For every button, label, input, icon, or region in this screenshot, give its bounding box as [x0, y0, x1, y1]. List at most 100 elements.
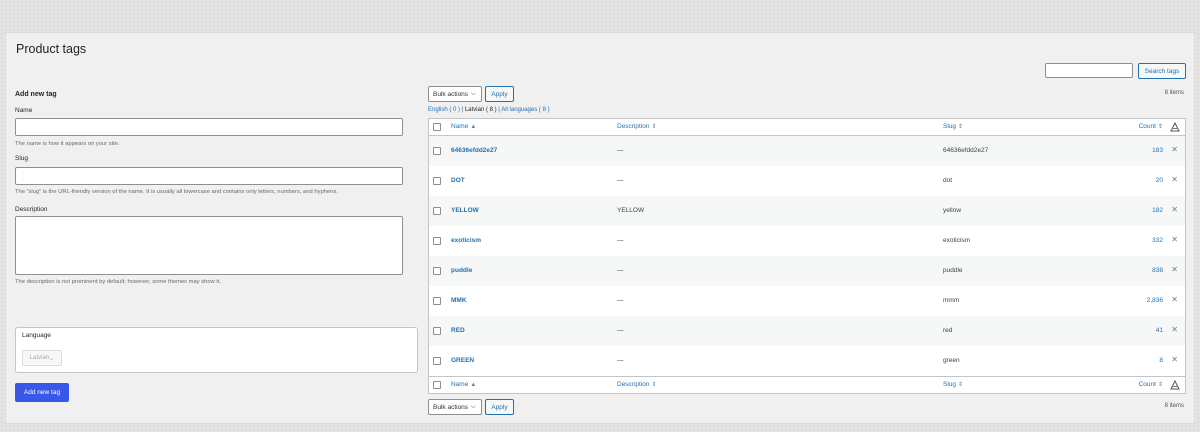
column-count[interactable]: Count ⇕ — [1139, 123, 1163, 130]
tag-slug: exoticism — [943, 237, 971, 244]
tag-count-link[interactable]: 183 — [1152, 147, 1163, 154]
filter-all-count: ( 8 ) — [538, 107, 550, 113]
filter-latvian-label: Latvian — [464, 107, 485, 113]
filter-latvian[interactable]: Latvian ( 8 ) — [465, 107, 497, 113]
column-slug[interactable]: Slug ⇕ — [943, 381, 963, 388]
tag-description: — — [617, 297, 624, 304]
apply-button-bottom[interactable]: Apply — [485, 399, 514, 415]
filter-all-languages[interactable]: All languages ( 8 ) — [501, 107, 549, 113]
column-name[interactable]: Name ▲ — [451, 381, 476, 388]
tag-slug: green — [943, 357, 960, 364]
sort-arrows-icon: ⇕ — [958, 124, 964, 130]
tag-count-link[interactable]: 2,836 — [1147, 297, 1163, 304]
search-tags-button[interactable]: Search tags — [1138, 63, 1186, 79]
sort-arrows-icon: ⇕ — [1157, 382, 1163, 388]
tag-count-link[interactable]: 332 — [1152, 237, 1163, 244]
language-icon — [1170, 380, 1180, 390]
close-icon[interactable]: ✕ — [1171, 355, 1178, 364]
table-row: 64636efdd2e27 — 64636efdd2e27 183 ✕ — [429, 136, 1185, 166]
column-slug-label: Slug — [943, 381, 957, 388]
column-count-label: Count — [1138, 381, 1156, 388]
tag-name-link[interactable]: YELLOW — [451, 207, 479, 214]
close-icon[interactable]: ✕ — [1171, 145, 1178, 154]
table-row: RED — red 41 ✕ — [429, 316, 1185, 346]
tag-count-link[interactable]: 8 — [1159, 357, 1163, 364]
close-icon[interactable]: ✕ — [1171, 235, 1178, 244]
column-description-label: Description — [617, 123, 650, 130]
table-header: Name ▲ Description ⇕ Slug ⇕ Count ⇕ — [429, 119, 1185, 136]
tag-name-link[interactable]: RED — [451, 327, 465, 334]
tag-count-link[interactable]: 182 — [1152, 207, 1163, 214]
sort-arrows-icon: ⇕ — [1157, 124, 1163, 130]
sort-arrows-icon: ⇕ — [958, 382, 964, 388]
tag-description: — — [617, 147, 624, 154]
items-count: 8 items — [1164, 90, 1184, 96]
tag-slug: puddle — [943, 267, 963, 274]
row-checkbox[interactable] — [433, 237, 441, 245]
tag-name-link[interactable]: GREEN — [451, 357, 474, 364]
table-row: GREEN — green 8 ✕ — [429, 346, 1185, 376]
column-count[interactable]: Count ⇕ — [1139, 381, 1163, 388]
column-name[interactable]: Name ▲ — [451, 123, 476, 130]
column-slug-label: Slug — [943, 123, 957, 130]
slug-label: Slug — [15, 155, 29, 162]
column-count-label: Count — [1138, 123, 1156, 130]
apply-button[interactable]: Apply — [485, 86, 514, 102]
row-checkbox[interactable] — [433, 267, 441, 275]
sort-arrows-icon: ⇕ — [651, 124, 657, 130]
row-checkbox[interactable] — [433, 357, 441, 365]
admin-panel: Product tags Search tags Add new tag Nam… — [5, 32, 1195, 424]
column-description[interactable]: Description ⇕ — [617, 381, 657, 388]
bulk-actions-label: Bulk actions — [433, 403, 469, 411]
description-field[interactable] — [15, 216, 403, 275]
tag-count-link[interactable]: 838 — [1152, 267, 1163, 274]
bulk-actions-select-bottom[interactable]: Bulk actions ⌵ — [428, 399, 482, 415]
select-all-checkbox[interactable] — [433, 123, 441, 131]
sort-arrows-icon: ⇕ — [651, 382, 657, 388]
close-icon[interactable]: ✕ — [1171, 265, 1178, 274]
close-icon[interactable]: ✕ — [1171, 325, 1178, 334]
tag-slug: 64636efdd2e27 — [943, 147, 989, 154]
filter-english[interactable]: English ( 0 ) — [428, 107, 460, 113]
tag-slug: dot — [943, 177, 953, 184]
page-title: Product tags — [16, 42, 87, 56]
table-row: MMK — mmm 2,836 ✕ — [429, 286, 1185, 316]
select-all-checkbox[interactable] — [433, 381, 441, 389]
row-checkbox[interactable] — [433, 147, 441, 155]
row-checkbox[interactable] — [433, 177, 441, 185]
column-name-label: Name — [451, 123, 469, 130]
bulk-actions-select[interactable]: Bulk actions ⌵ — [428, 86, 482, 102]
close-icon[interactable]: ✕ — [1171, 175, 1178, 184]
row-checkbox[interactable] — [433, 207, 441, 215]
language-select[interactable]: Latvian ⌄ — [22, 350, 62, 366]
slug-field[interactable] — [15, 167, 403, 185]
tag-description: — — [617, 177, 624, 184]
tag-slug: yellow — [943, 207, 962, 214]
name-field[interactable] — [15, 118, 403, 136]
row-checkbox[interactable] — [433, 327, 441, 335]
search-input[interactable] — [1045, 63, 1133, 78]
description-hint: The description is not prominent by defa… — [15, 279, 221, 285]
column-slug[interactable]: Slug ⇕ — [943, 123, 963, 130]
tag-count-link[interactable]: 20 — [1156, 177, 1163, 184]
row-checkbox[interactable] — [433, 297, 441, 305]
table-row: puddle — puddle 838 ✕ — [429, 256, 1185, 286]
filter-latvian-count: ( 8 ) — [485, 107, 497, 113]
tag-description: — — [617, 237, 624, 244]
close-icon[interactable]: ✕ — [1171, 205, 1178, 214]
column-name-label: Name — [451, 381, 469, 388]
add-new-tag-button[interactable]: Add new tag — [15, 383, 69, 402]
close-icon[interactable]: ✕ — [1171, 295, 1178, 304]
tag-name-link[interactable]: puddle — [451, 267, 472, 274]
sort-arrows-icon: ▲ — [470, 382, 477, 388]
tag-name-link[interactable]: DOT — [451, 177, 465, 184]
tag-name-link[interactable]: 64636efdd2e27 — [451, 147, 497, 154]
tag-name-link[interactable]: MMK — [451, 297, 467, 304]
column-description[interactable]: Description ⇕ — [617, 123, 657, 130]
tag-description: YELLOW — [617, 207, 645, 214]
chevron-down-icon: ⌵ — [471, 403, 476, 410]
tag-name-link[interactable]: exoticism — [451, 237, 481, 244]
tag-count-link[interactable]: 41 — [1156, 327, 1163, 334]
filter-english-label: English — [428, 107, 448, 113]
tag-description: — — [617, 327, 624, 334]
